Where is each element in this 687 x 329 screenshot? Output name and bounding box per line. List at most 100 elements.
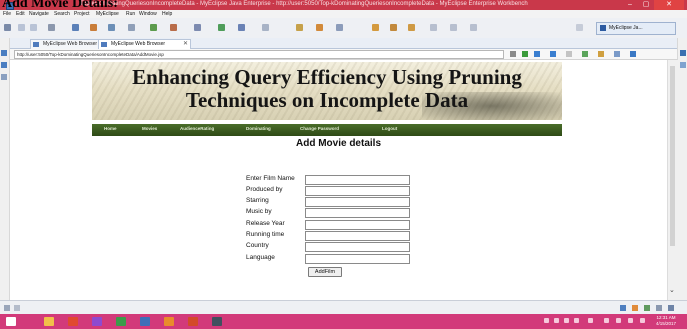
film-name-label: Enter Film Name xyxy=(246,175,295,182)
next-annotation-icon[interactable] xyxy=(336,24,343,31)
servers-icon[interactable] xyxy=(1,74,7,80)
nav-home[interactable]: Home xyxy=(104,126,117,131)
powerpoint-icon[interactable] xyxy=(188,317,198,326)
battery-icon[interactable] xyxy=(604,318,609,323)
updates-icon[interactable] xyxy=(632,305,638,311)
forward-icon[interactable] xyxy=(550,51,556,57)
menu-run[interactable]: Run xyxy=(126,11,135,17)
chrome-icon[interactable] xyxy=(68,317,78,326)
scroll-down-icon[interactable]: ⌄ xyxy=(669,286,675,294)
tab-close-icon[interactable]: ✕ xyxy=(183,40,188,49)
forward-icon[interactable] xyxy=(450,24,457,31)
search-icon[interactable] xyxy=(262,24,269,31)
tray-app-icon[interactable] xyxy=(564,318,569,323)
music-by-input[interactable] xyxy=(305,208,410,218)
language-icon[interactable] xyxy=(640,318,645,323)
minimize-button[interactable]: – xyxy=(624,0,636,10)
toolbar: MyEclipse Ja... xyxy=(0,18,687,39)
new-class-icon[interactable] xyxy=(218,24,225,31)
open-type-icon[interactable] xyxy=(238,24,245,31)
marker-icon[interactable] xyxy=(390,24,397,31)
outline-icon[interactable] xyxy=(1,62,7,68)
tab-web-browser-2[interactable]: MyEclipse Web Browser ✕ xyxy=(98,39,191,49)
back-icon[interactable] xyxy=(534,51,540,57)
deploy-icon[interactable] xyxy=(108,24,115,31)
tray-chevron-icon[interactable] xyxy=(588,318,593,323)
clock[interactable]: 12:31 AM 4/15/2017 xyxy=(649,315,683,327)
address-bar: http://user:5050/Top-kDominatingQuerieso… xyxy=(10,49,677,60)
pen-icon[interactable] xyxy=(408,24,415,31)
notification-icon[interactable] xyxy=(620,305,626,311)
menu-help[interactable]: Help xyxy=(162,11,172,17)
myeclipse-taskbar-icon[interactable] xyxy=(212,317,222,326)
starring-label: Starring xyxy=(246,197,269,204)
page-scrollbar[interactable]: ⌄ xyxy=(667,60,678,300)
open-perspective-icon[interactable] xyxy=(576,24,583,31)
debug-icon[interactable] xyxy=(72,24,79,31)
dropdown-icon[interactable] xyxy=(510,51,516,57)
palette-view-icon[interactable] xyxy=(680,62,686,68)
start-icon[interactable] xyxy=(6,317,16,326)
word-icon[interactable] xyxy=(140,317,150,326)
progress-icon[interactable] xyxy=(644,305,650,311)
go-icon[interactable] xyxy=(522,51,528,57)
produced-by-input[interactable] xyxy=(305,186,410,196)
server-icon[interactable] xyxy=(90,24,97,31)
volume-icon[interactable] xyxy=(628,318,633,323)
nav-dominating[interactable]: Dominating xyxy=(246,126,271,131)
save-icon[interactable] xyxy=(18,24,25,31)
menu-window[interactable]: Window xyxy=(139,11,157,17)
new-file-icon[interactable] xyxy=(4,24,11,31)
refresh-icon[interactable] xyxy=(582,51,588,57)
maximize-button[interactable]: ▢ xyxy=(640,0,652,10)
tray-network-icon[interactable] xyxy=(544,318,549,323)
external-tools-icon[interactable] xyxy=(170,24,177,31)
annotation-icon[interactable] xyxy=(316,24,323,31)
starring-input[interactable] xyxy=(305,197,410,207)
new-package-icon[interactable] xyxy=(194,24,201,31)
country-label: Country xyxy=(246,242,269,249)
scrollbar-thumb[interactable] xyxy=(670,66,675,246)
film-name-input[interactable] xyxy=(305,175,410,185)
settings-icon[interactable] xyxy=(614,51,620,57)
last-edit-icon[interactable] xyxy=(470,24,477,31)
media-player-icon[interactable] xyxy=(92,317,102,326)
language-label: Language xyxy=(246,254,275,261)
ide-taskbar-icon[interactable] xyxy=(116,317,126,326)
close-button[interactable]: ✕ xyxy=(654,0,684,10)
release-year-label: Release Year xyxy=(246,220,285,227)
tray-security-icon[interactable] xyxy=(554,318,559,323)
nav-movies[interactable]: Movies xyxy=(142,126,157,131)
package-explorer-icon[interactable] xyxy=(1,50,7,56)
open-folder-icon[interactable] xyxy=(296,24,303,31)
back-icon[interactable] xyxy=(430,24,437,31)
add-movie-form: Enter Film Name Produced by Starring Mus… xyxy=(222,158,436,300)
home-icon[interactable] xyxy=(598,51,604,57)
print-icon[interactable] xyxy=(48,24,55,31)
file-explorer-icon[interactable] xyxy=(44,317,54,326)
tab-web-browser-1[interactable]: MyEclipse Web Browser xyxy=(30,39,107,49)
nav-change-password[interactable]: Change Password xyxy=(300,126,339,131)
country-input[interactable] xyxy=(305,242,410,252)
run-icon[interactable] xyxy=(150,24,157,31)
heap-icon[interactable] xyxy=(656,305,662,311)
stop-icon[interactable] xyxy=(566,51,572,57)
tray-update-icon[interactable] xyxy=(574,318,579,323)
external-browser-icon[interactable] xyxy=(630,51,636,57)
firefox-icon[interactable] xyxy=(164,317,174,326)
wifi-icon[interactable] xyxy=(616,318,621,323)
add-film-button[interactable]: AddFilm xyxy=(308,267,342,277)
url-input[interactable]: http://user:5050/Top-kDominatingQuerieso… xyxy=(14,50,504,59)
nav-audience-rating[interactable]: AudienceRating xyxy=(180,126,214,131)
release-year-input[interactable] xyxy=(305,220,410,230)
running-time-label: Running time xyxy=(246,231,285,238)
palette-icon[interactable] xyxy=(372,24,379,31)
nav-logout[interactable]: Logout xyxy=(382,126,397,131)
browser-icon[interactable] xyxy=(128,24,135,31)
language-input[interactable] xyxy=(305,254,410,264)
perspective-switcher[interactable]: MyEclipse Ja... xyxy=(596,22,676,35)
save-all-icon[interactable] xyxy=(30,24,37,31)
properties-icon[interactable] xyxy=(680,50,686,56)
console-icon[interactable] xyxy=(668,305,674,311)
running-time-input[interactable] xyxy=(305,231,410,241)
